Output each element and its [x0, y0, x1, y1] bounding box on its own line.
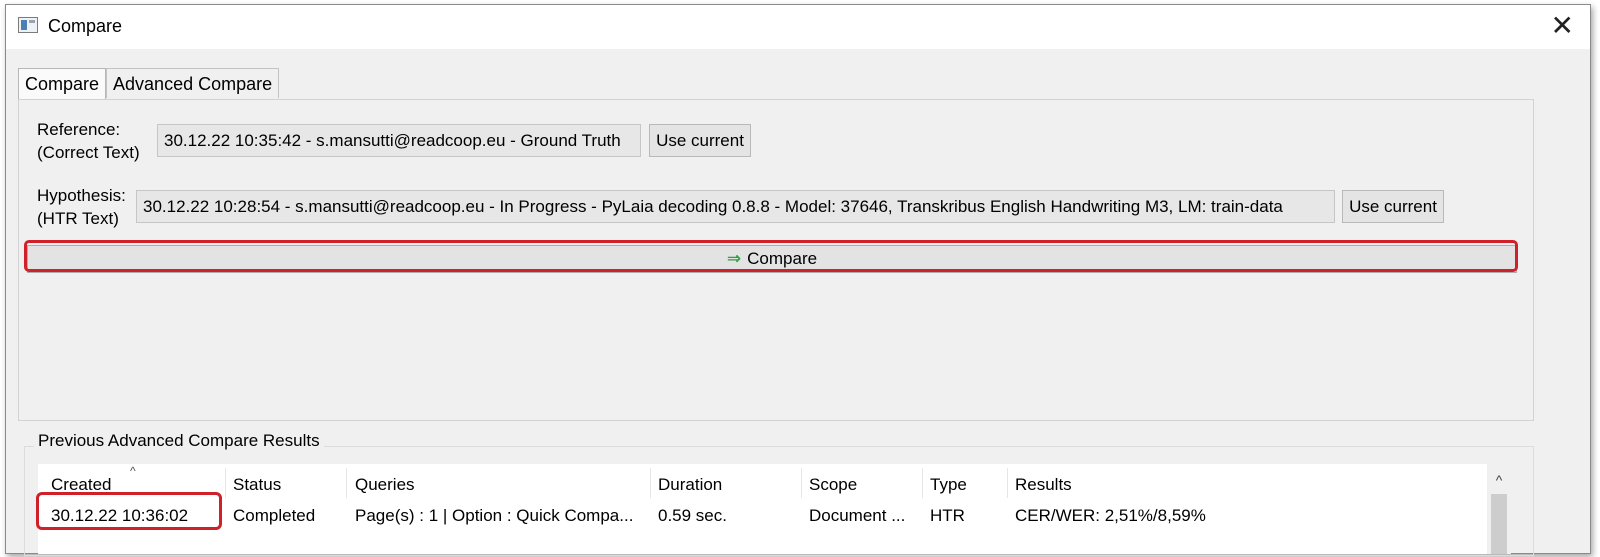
column-header-queries[interactable]: Queries [355, 474, 415, 496]
close-icon[interactable]: ✕ [1551, 9, 1574, 43]
window-title: Compare [48, 16, 123, 36]
hypothesis-use-current-button[interactable]: Use current [1342, 190, 1444, 223]
reference-use-current-button[interactable]: Use current [649, 124, 751, 157]
cell-status: Completed [233, 506, 316, 525]
hypothesis-field[interactable]: 30.12.22 10:28:54 - s.mansutti@readcoop.… [136, 190, 1335, 223]
column-header-created[interactable]: Created [51, 474, 111, 496]
cell-queries: Page(s) : 1 | Option : Quick Compa... [355, 506, 634, 525]
hypothesis-label-line1: Hypothesis: [37, 186, 126, 205]
scroll-thumb[interactable] [1491, 494, 1507, 554]
reference-field[interactable]: 30.12.22 10:35:42 - s.mansutti@readcoop.… [157, 124, 641, 157]
cell-duration: 0.59 sec. [658, 506, 727, 525]
cell-results: CER/WER: 2,51%/8,59% [1015, 506, 1206, 525]
tab-bar: Compare Advanced Compare [18, 68, 280, 99]
column-header-scope[interactable]: Scope [809, 474, 857, 496]
cell-type: HTR [930, 506, 965, 525]
column-divider[interactable] [650, 468, 651, 498]
column-divider[interactable] [1007, 468, 1008, 498]
compare-button-label: Compare [747, 249, 818, 268]
arrow-right-icon: ⇒ [726, 249, 742, 268]
hypothesis-label: Hypothesis: (HTR Text) [37, 184, 126, 230]
column-divider[interactable] [801, 468, 802, 498]
hypothesis-label-line2: (HTR Text) [37, 209, 119, 228]
results-group-title: Previous Advanced Compare Results [34, 431, 324, 451]
column-header-results[interactable]: Results [1015, 474, 1072, 496]
sort-ascending-icon[interactable]: ^ [130, 464, 136, 478]
reference-label: Reference: (Correct Text) [37, 118, 140, 164]
results-scrollbar[interactable]: ^ [1487, 464, 1511, 554]
tab-advanced-compare[interactable]: Advanced Compare [106, 68, 280, 98]
column-header-status[interactable]: Status [233, 474, 281, 496]
column-header-duration[interactable]: Duration [658, 474, 722, 496]
column-header-type[interactable]: Type [930, 474, 967, 496]
cell-scope: Document ... [809, 506, 906, 525]
column-divider[interactable] [346, 468, 347, 498]
scroll-up-icon[interactable]: ^ [1487, 472, 1511, 488]
cell-created: 30.12.22 10:36:02 [51, 506, 189, 525]
reference-label-line1: Reference: [37, 120, 121, 139]
results-table: ^ Created Status Queries Duration Scope … [38, 464, 1487, 554]
app-window-icon [18, 17, 38, 33]
tab-compare[interactable]: Compare [18, 68, 107, 99]
compare-tab-panel: Reference: (Correct Text) 30.12.22 10:35… [18, 99, 1534, 421]
column-divider[interactable] [922, 468, 923, 498]
column-divider[interactable] [225, 468, 226, 498]
title-bar: Compare ✕ [6, 5, 1590, 49]
compare-button[interactable]: ⇒ Compare [27, 245, 1517, 273]
reference-label-line2: (Correct Text) [37, 143, 140, 162]
